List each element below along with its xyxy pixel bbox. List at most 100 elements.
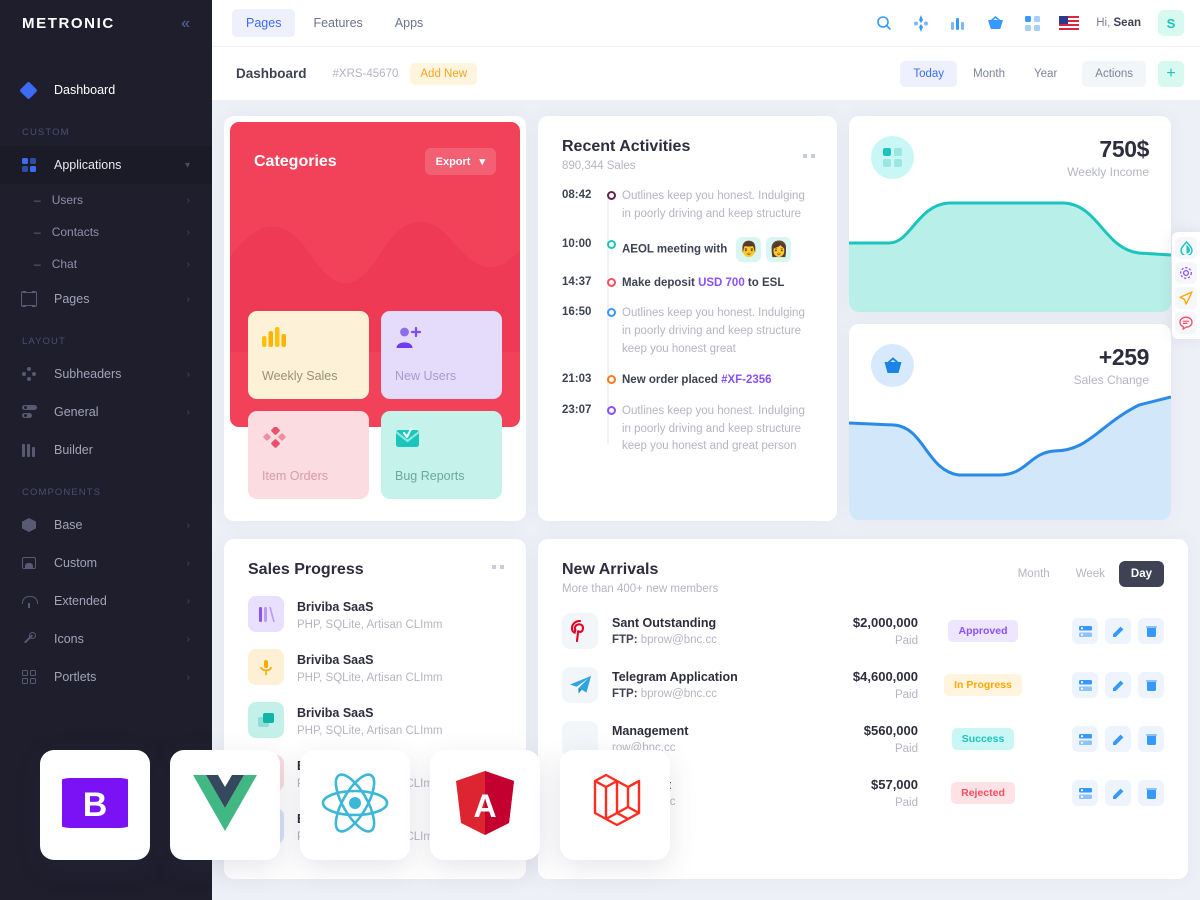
toggle-month[interactable]: Month [1006, 561, 1062, 587]
sparkle-icon[interactable] [911, 13, 931, 33]
basket-icon[interactable] [985, 13, 1005, 33]
chevron-down-icon: ▾ [479, 156, 485, 168]
timeline-item: 10:00 AEOL meeting with 👨 👩 [562, 236, 815, 262]
status-badge: Approved [948, 620, 1018, 642]
tile-new-users[interactable]: New Users [381, 311, 502, 399]
sidebar-item-custom[interactable]: Custom › [0, 544, 212, 582]
list-icon[interactable] [1072, 780, 1098, 806]
edit-icon[interactable] [1105, 618, 1131, 644]
avatar[interactable]: 👨 [736, 236, 762, 262]
list-item[interactable]: Briviba SaaS PHP, SQLite, Artisan CLImm [248, 649, 504, 685]
list-icon[interactable] [1072, 726, 1098, 752]
timeline-dot-icon [600, 237, 622, 262]
chevron-right-icon: › [186, 557, 190, 569]
add-new-button[interactable]: Add New [410, 62, 478, 85]
table-row[interactable]: Sant Outstanding FTP: bprow@bnc.cc $2,00… [562, 613, 1164, 649]
chevron-double-left-icon[interactable]: « [181, 15, 190, 32]
portlet-icon [22, 668, 44, 686]
toggle-day[interactable]: Day [1118, 561, 1164, 587]
timeline-dot-icon [600, 403, 622, 456]
dots-menu-icon[interactable] [492, 565, 504, 569]
laravel-logo-card[interactable] [560, 750, 670, 860]
sidebar-item-general[interactable]: General › [0, 393, 212, 431]
avatar[interactable]: 👩 [766, 236, 792, 262]
list-icon[interactable] [1072, 672, 1098, 698]
gear-icon[interactable] [1175, 262, 1197, 284]
sidebar-item-chat[interactable]: – Chat › [0, 248, 212, 280]
sidebar-item-builder[interactable]: Builder [0, 431, 212, 469]
sidebar-item-extended[interactable]: Extended › [0, 582, 212, 620]
sidebar-item-base[interactable]: Base › [0, 506, 212, 544]
timeline-text: Make deposit USD 700 to ESL [622, 275, 815, 293]
page-title: Dashboard [236, 66, 307, 81]
tile-bug-reports[interactable]: Bug Reports [381, 411, 502, 499]
timeline-highlight[interactable]: USD 700 [698, 277, 745, 289]
chevron-right-icon: › [186, 226, 190, 238]
sidebar-item-users[interactable]: – Users › [0, 184, 212, 216]
tab-features[interactable]: Features [299, 9, 376, 37]
sidebar-item-pages[interactable]: Pages › [0, 280, 212, 318]
sidebar-item-icons[interactable]: Icons › [0, 620, 212, 658]
avatar[interactable]: S [1158, 10, 1184, 36]
mail-check-icon [395, 427, 488, 453]
export-label: Export [435, 155, 471, 168]
grid-squares-icon[interactable] [1022, 13, 1042, 33]
list-item[interactable]: Briviba SaaS PHP, SQLite, Artisan CLImm [248, 596, 504, 632]
sidebar-item-applications[interactable]: Applications ▾ [0, 146, 212, 184]
status-badge: In Progress [944, 674, 1022, 696]
timeline-time: 21:03 [562, 372, 592, 385]
header-menu-tabs: Pages Features Apps [232, 9, 437, 37]
list-item-title: Briviba SaaS [297, 599, 374, 614]
delete-icon[interactable] [1138, 672, 1164, 698]
sidebar-item-subheaders[interactable]: Subheaders › [0, 355, 212, 393]
activities-subtitle: 890,344 Sales [562, 160, 636, 172]
search-icon[interactable] [874, 13, 894, 33]
vue-logo-card[interactable] [170, 750, 280, 860]
timeline-text: Outlines keep you honest. Indulging in p… [622, 404, 805, 453]
chat-icon[interactable] [1175, 312, 1197, 334]
toggle-icon [22, 403, 44, 421]
react-logo-card[interactable] [300, 750, 410, 860]
list-icon[interactable] [1072, 618, 1098, 644]
sidebar-item-contacts[interactable]: – Contacts › [0, 216, 212, 248]
delete-icon[interactable] [1138, 618, 1164, 644]
timeline-dot-icon [600, 305, 622, 358]
tab-apps[interactable]: Apps [381, 9, 438, 37]
plus-icon[interactable]: + [1158, 60, 1184, 87]
tile-item-orders[interactable]: Item Orders [248, 411, 369, 499]
sidebar-item-dashboard[interactable]: Dashboard [0, 71, 212, 109]
toggle-week[interactable]: Week [1064, 561, 1117, 587]
edit-icon[interactable] [1105, 672, 1131, 698]
ftp-value: bprow@bnc.cc [640, 634, 717, 646]
brand-logo-text: METRONIC [22, 15, 115, 32]
droplet-icon[interactable] [1175, 237, 1197, 259]
us-flag-icon[interactable] [1059, 13, 1080, 33]
sidebar-item-label: General [54, 405, 99, 419]
edit-icon[interactable] [1105, 780, 1131, 806]
sidebar-item-portlets[interactable]: Portlets › [0, 658, 212, 696]
sales-progress-title: Sales Progress [248, 561, 364, 578]
filter-month-button[interactable]: Month [960, 61, 1018, 87]
bootstrap-logo-card[interactable]: B [40, 750, 150, 860]
sidebar-brand: METRONIC « [0, 0, 212, 47]
tab-pages[interactable]: Pages [232, 9, 296, 37]
stat-value: 750$ [1099, 136, 1149, 162]
list-item[interactable]: Briviba SaaS PHP, SQLite, Artisan CLImm [248, 702, 504, 738]
timeline-highlight[interactable]: #XF-2356 [721, 374, 772, 386]
export-button[interactable]: Export ▾ [424, 148, 496, 175]
stat-value-block: 750$ Weekly Income [1067, 136, 1149, 179]
edit-icon[interactable] [1105, 726, 1131, 752]
filter-today-button[interactable]: Today [900, 60, 958, 87]
tile-weekly-sales[interactable]: Weekly Sales [248, 311, 369, 399]
bar-chart-icon[interactable] [948, 13, 968, 33]
table-row[interactable]: Telegram Application FTP: bprow@bnc.cc $… [562, 667, 1164, 703]
angular-logo-card[interactable]: A [430, 750, 540, 860]
send-icon[interactable] [1175, 287, 1197, 309]
dots-menu-icon[interactable] [803, 154, 815, 158]
sidebar-item-label: Applications [54, 158, 122, 172]
list-item-title: Briviba SaaS [297, 652, 374, 667]
delete-icon[interactable] [1138, 780, 1164, 806]
filter-year-button[interactable]: Year [1021, 61, 1070, 87]
delete-icon[interactable] [1138, 726, 1164, 752]
actions-button[interactable]: Actions [1082, 60, 1146, 87]
